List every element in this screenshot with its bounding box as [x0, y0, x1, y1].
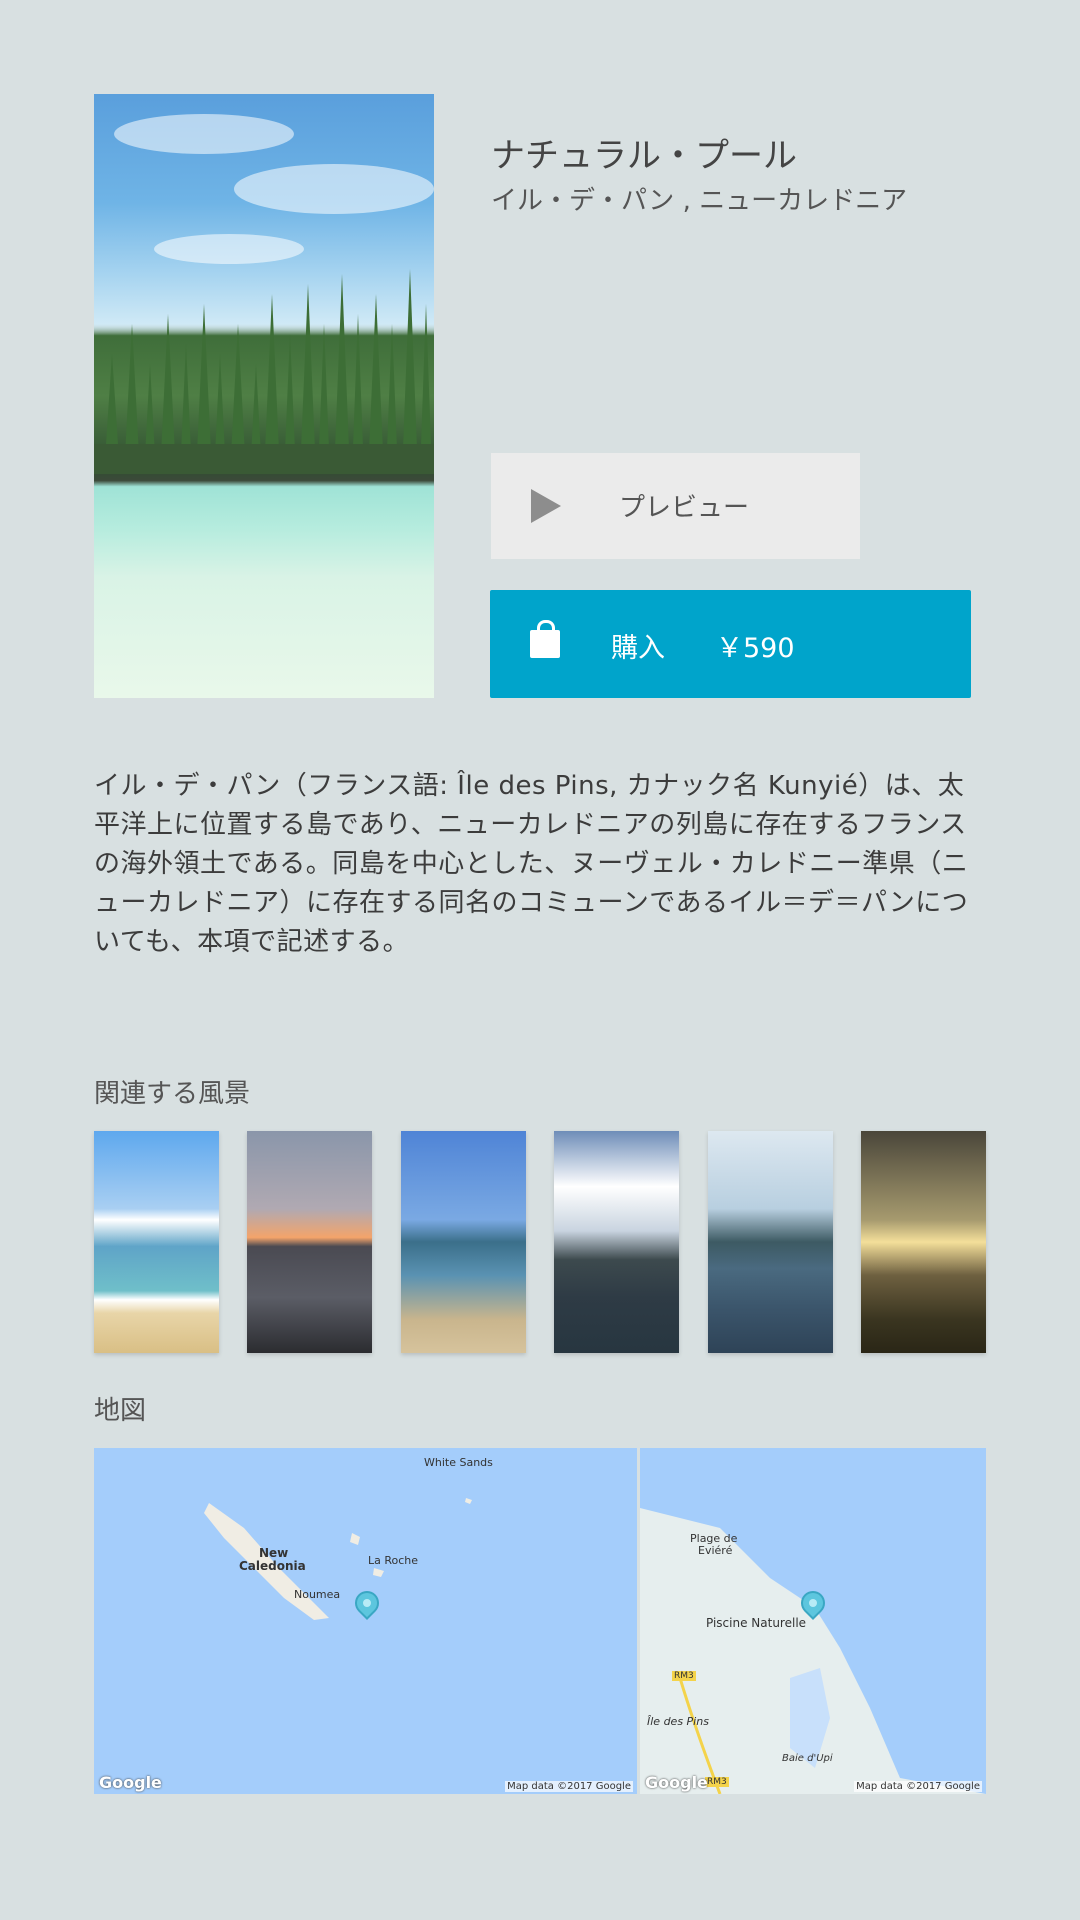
map-land: [204, 1498, 472, 1620]
map-place-label: Caledonia: [239, 1559, 306, 1573]
map-place-label: Île des Pins: [647, 1715, 709, 1728]
price-label: ￥590: [716, 633, 795, 664]
map-place-label: New: [259, 1546, 289, 1560]
hero-cloud: [114, 114, 294, 154]
shopping-bag-icon: [530, 620, 560, 658]
related-section-title: 関連する風景: [94, 1079, 251, 1109]
map-attribution: Map data ©2017 Google: [505, 1781, 633, 1792]
map-road-label: RM3: [705, 1777, 729, 1787]
hero-trees: [94, 269, 434, 474]
map-place-label: Noumea: [294, 1588, 341, 1601]
buy-button-label: 購入: [611, 633, 665, 664]
map-road-label: RM3: [672, 1671, 696, 1681]
item-subtitle: イル・デ・パン , ニューカレドニア: [491, 186, 908, 216]
google-logo: Google: [645, 1773, 708, 1792]
related-thumbnails: [94, 1131, 986, 1353]
item-title: ナチュラル・プール: [491, 136, 797, 176]
play-icon: [531, 489, 561, 523]
preview-button[interactable]: プレビュー: [491, 453, 860, 559]
hero-image: [94, 94, 434, 698]
map-place-label: Piscine Naturelle: [706, 1616, 807, 1630]
related-thumbnail[interactable]: [401, 1131, 526, 1353]
map-place-label: White Sands: [424, 1456, 493, 1469]
map-place-label: Baie d'Upi: [782, 1753, 833, 1764]
related-thumbnail[interactable]: [94, 1131, 219, 1353]
buy-button[interactable]: 購入 ￥590: [490, 590, 971, 698]
map-overview[interactable]: White Sands New Caledonia La Roche Noume…: [94, 1448, 637, 1794]
google-logo: Google: [99, 1773, 162, 1792]
hero-cloud: [234, 164, 434, 214]
map-land: [640, 1508, 986, 1794]
related-thumbnail[interactable]: [247, 1131, 372, 1353]
related-thumbnail[interactable]: [708, 1131, 833, 1353]
map-section-title: 地図: [94, 1396, 147, 1426]
map-detail[interactable]: Plage de Eviéré Piscine Naturelle RM3 Îl…: [640, 1448, 986, 1794]
related-thumbnail[interactable]: [861, 1131, 986, 1353]
hero-cloud: [154, 234, 304, 264]
preview-button-label: プレビュー: [619, 492, 750, 522]
map-place-label: Eviéré: [698, 1544, 733, 1557]
related-thumbnail[interactable]: [554, 1131, 679, 1353]
map-place-label: La Roche: [368, 1554, 419, 1567]
map-attribution: Map data ©2017 Google: [854, 1781, 982, 1792]
description-text: イル・デ・パン（フランス語: Île des Pins, カナック名 Kunyi…: [94, 771, 969, 957]
